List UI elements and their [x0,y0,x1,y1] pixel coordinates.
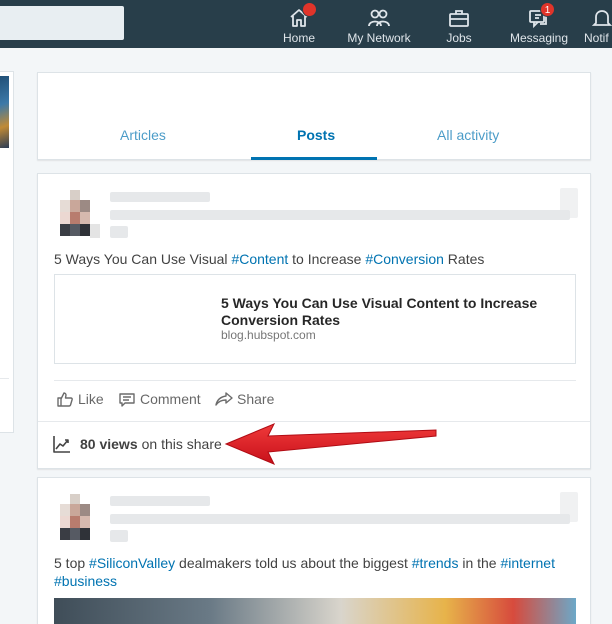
search-input[interactable] [0,6,124,40]
share-button[interactable]: Share [215,390,274,408]
messaging-badge: 1 [540,2,555,17]
active-tab-indicator [251,157,377,160]
hashtag-link[interactable]: #Conversion [365,251,444,267]
nav-messaging-label: Messaging [509,31,569,45]
post-text-segment: 5 Ways You Can Use Visual [54,251,232,267]
control-menu-redacted [560,188,578,218]
profile-background-image [0,76,9,148]
avatar[interactable] [60,494,100,542]
like-button[interactable]: Like [56,390,104,408]
link-title[interactable]: 5 Ways You Can Use Visual Content to Inc… [221,295,551,329]
analytics-chart-icon [53,436,70,453]
link-domain: blog.hubspot.com [221,328,316,342]
thumbs-up-icon [57,392,73,407]
nav-my-network-label: My Network [347,31,411,45]
divider [54,380,576,381]
comment-button[interactable]: Comment [118,390,201,408]
timestamp-redacted [110,226,128,238]
avatar[interactable] [60,190,100,238]
views-analytics-link[interactable]: 80 views on this share [52,434,222,454]
post-text: 5 Ways You Can Use Visual #Content to In… [54,250,484,268]
views-suffix: on this share [141,436,222,452]
comment-icon [119,393,135,407]
hashtag-link[interactable]: #trends [412,555,459,571]
nav-home-label: Home [282,31,315,45]
link-preview-card[interactable]: 5 Ways You Can Use Visual Content to Inc… [54,274,576,364]
post-text-segment: 5 top [54,555,90,571]
nav-my-network[interactable]: My Network [344,0,414,48]
hashtag-link[interactable]: #Content [231,251,288,267]
notification-dot [302,2,317,17]
post-card: 5 top #SiliconValley dealmakers told us … [37,477,591,624]
control-menu-redacted [560,492,578,522]
post-text-segment: in the [458,555,501,571]
like-label: Like [78,391,104,407]
profile-card-partial [0,71,14,433]
activity-tabs-card: Articles Posts All activity [37,72,591,160]
tab-posts[interactable]: Posts [297,127,335,143]
post-text-segment: dealmakers told us about the biggest [175,555,412,571]
hashtag-link[interactable]: #SiliconValley [89,555,175,571]
hashtag-link[interactable]: #internet [500,555,554,571]
author-headline-redacted [110,210,570,220]
nav-notifications-label: Notif [584,31,609,45]
nav-jobs-label: Jobs [446,31,472,45]
tab-all-activity[interactable]: All activity [437,127,499,143]
divider [0,378,9,379]
nav-jobs[interactable]: Jobs [442,0,476,48]
author-headline-redacted [110,514,570,524]
nav-notifications[interactable]: Notif [584,0,612,48]
top-nav: Home My Network Jobs Messaging 1 Notif [0,0,612,48]
share-arrow-icon [215,392,233,406]
author-name-redacted [110,192,210,202]
author-name-redacted [110,496,210,506]
briefcase-icon [449,10,469,27]
post-text: 5 top #SiliconValley dealmakers told us … [54,554,578,590]
post-text-segment: to Increase [288,251,366,267]
red-arrow-annotation [224,423,437,465]
post-image[interactable] [54,598,576,624]
nav-messaging[interactable]: Messaging [508,0,570,48]
timestamp-redacted [110,530,128,542]
people-icon [368,9,390,27]
bell-icon [591,10,612,26]
share-label: Share [237,391,275,407]
comment-label: Comment [140,391,201,407]
tab-articles[interactable]: Articles [120,127,166,143]
hashtag-link[interactable]: #business [54,573,117,589]
post-text-segment: Rates [443,251,485,267]
views-count: 80 views [80,436,138,452]
